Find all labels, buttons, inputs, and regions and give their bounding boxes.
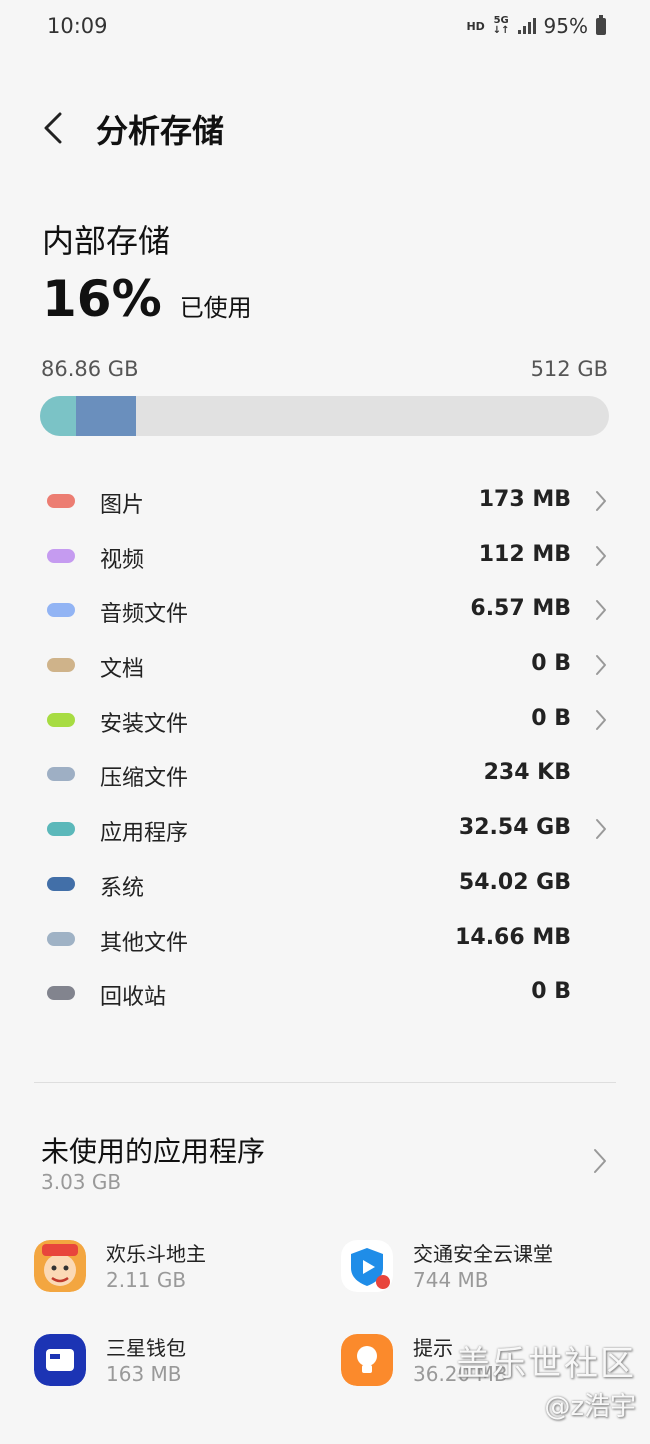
- usage-bar-segment: [76, 396, 137, 436]
- category-label: 音频文件: [100, 602, 189, 628]
- divider: [34, 1082, 616, 1083]
- app-size: 744 MB: [413, 1268, 489, 1292]
- chevron-right-icon: [596, 491, 606, 511]
- app-item[interactable]: 欢乐斗地主 2.11 GB: [34, 1240, 334, 1320]
- chevron-right-icon: [596, 655, 606, 676]
- category-label: 回收站: [100, 985, 167, 1011]
- chevron-right-icon: [596, 819, 606, 840]
- unused-apps-row[interactable]: 未使用的应用程序 3.03 GB: [0, 1110, 650, 1210]
- status-bar: 10:09 HD 5G ↓↑ 95%: [0, 0, 650, 56]
- status-icons: HD 5G ↓↑ 95%: [466, 14, 606, 38]
- category-color-dot: [47, 494, 75, 508]
- network-5g-icon: 5G ↓↑: [492, 15, 510, 36]
- category-color-dot: [47, 876, 75, 891]
- category-label: 图片: [100, 493, 145, 518]
- category-size: 0 B: [531, 705, 571, 731]
- category-row: 回收站 0 B: [0, 966, 650, 1021]
- usage-bar-segment: [40, 396, 77, 436]
- category-size: 234 KB: [483, 760, 571, 786]
- unused-apps-title: 未使用的应用程序: [41, 1135, 266, 1168]
- category-row: 压缩文件 234 KB: [0, 747, 650, 802]
- category-list: 图片 173 MB 视频 112 MB 音频文件 6.57 MB 文档 0 B 安装文件 0 B 压…: [0, 474, 650, 1021]
- back-button[interactable]: [36, 104, 76, 152]
- category-color-dot: [47, 986, 75, 1001]
- app-size: 2.11 GB: [106, 1268, 187, 1292]
- category-row[interactable]: 文档 0 B: [0, 638, 650, 693]
- storage-label: 内部存储: [42, 222, 171, 260]
- category-row[interactable]: 图片 173 MB: [0, 474, 650, 529]
- usage-percent: 16%: [42, 270, 162, 328]
- samsung-wallet-icon: [34, 1334, 86, 1386]
- storage-usage-bar: [40, 396, 609, 436]
- category-row[interactable]: 安装文件 0 B: [0, 693, 650, 748]
- unused-apps-size: 3.03 GB: [41, 1170, 122, 1194]
- category-size: 0 B: [531, 651, 571, 677]
- category-label: 压缩文件: [100, 766, 189, 792]
- app-name: 欢乐斗地主: [106, 1242, 206, 1266]
- category-size: 32.54 GB: [458, 815, 571, 841]
- category-color-dot: [47, 822, 75, 837]
- chevron-right-icon: [596, 600, 606, 621]
- battery-icon: [596, 14, 606, 35]
- usage-percent-row: 16% 已使用: [42, 270, 252, 328]
- signal-icon: [517, 18, 536, 34]
- total-amount: 512 GB: [530, 357, 608, 381]
- chevron-right-icon: [596, 709, 606, 730]
- chevron-right-icon: [596, 545, 606, 566]
- category-row[interactable]: 音频文件 6.57 MB: [0, 583, 650, 638]
- category-row: 系统 54.02 GB: [0, 857, 650, 912]
- category-color-dot: [47, 712, 75, 727]
- category-label: 视频: [100, 547, 145, 573]
- category-row[interactable]: 视频 112 MB: [0, 529, 650, 584]
- traffic-class-icon: [341, 1240, 393, 1292]
- status-time: 10:09: [47, 14, 108, 38]
- category-size: 14.66 MB: [455, 924, 571, 950]
- tips-icon: [341, 1334, 393, 1386]
- category-color-dot: [47, 603, 75, 618]
- app-name: 交通安全云课堂: [413, 1242, 553, 1266]
- usage-percent-label: 已使用: [179, 294, 252, 322]
- app-size: 163 MB: [106, 1362, 182, 1386]
- app-item[interactable]: 交通安全云课堂 744 MB: [341, 1240, 641, 1320]
- app-name: 提示: [413, 1336, 453, 1360]
- page-title: 分析存储: [96, 112, 225, 150]
- watermark-handle: @z浩宇: [544, 1392, 636, 1422]
- header: 分析存储: [0, 96, 650, 160]
- category-row[interactable]: 应用程序 32.54 GB: [0, 802, 650, 857]
- app-item[interactable]: 三星钱包 163 MB: [34, 1334, 334, 1414]
- category-size: 54.02 GB: [458, 869, 571, 895]
- category-size: 0 B: [531, 979, 571, 1005]
- category-label: 安装文件: [100, 711, 189, 737]
- category-label: 其他文件: [100, 930, 189, 956]
- category-color-dot: [47, 767, 75, 782]
- category-color-dot: [47, 931, 75, 946]
- category-label: 应用程序: [100, 821, 189, 847]
- category-color-dot: [47, 658, 75, 673]
- category-size: 6.57 MB: [470, 596, 571, 622]
- used-amount: 86.86 GB: [41, 357, 139, 381]
- app-name: 三星钱包: [106, 1336, 186, 1360]
- hd-icon: HD: [466, 19, 485, 33]
- doudizhu-icon: [34, 1240, 86, 1292]
- category-label: 文档: [100, 657, 145, 683]
- watermark: 盖乐世社区: [456, 1344, 636, 1384]
- category-size: 112 MB: [478, 541, 571, 567]
- battery-percent: 95%: [543, 14, 588, 38]
- category-row: 其他文件 14.66 MB: [0, 912, 650, 967]
- category-size: 173 MB: [478, 487, 571, 512]
- category-color-dot: [47, 548, 75, 563]
- chevron-right-icon: [594, 1149, 606, 1173]
- category-label: 系统: [100, 875, 145, 901]
